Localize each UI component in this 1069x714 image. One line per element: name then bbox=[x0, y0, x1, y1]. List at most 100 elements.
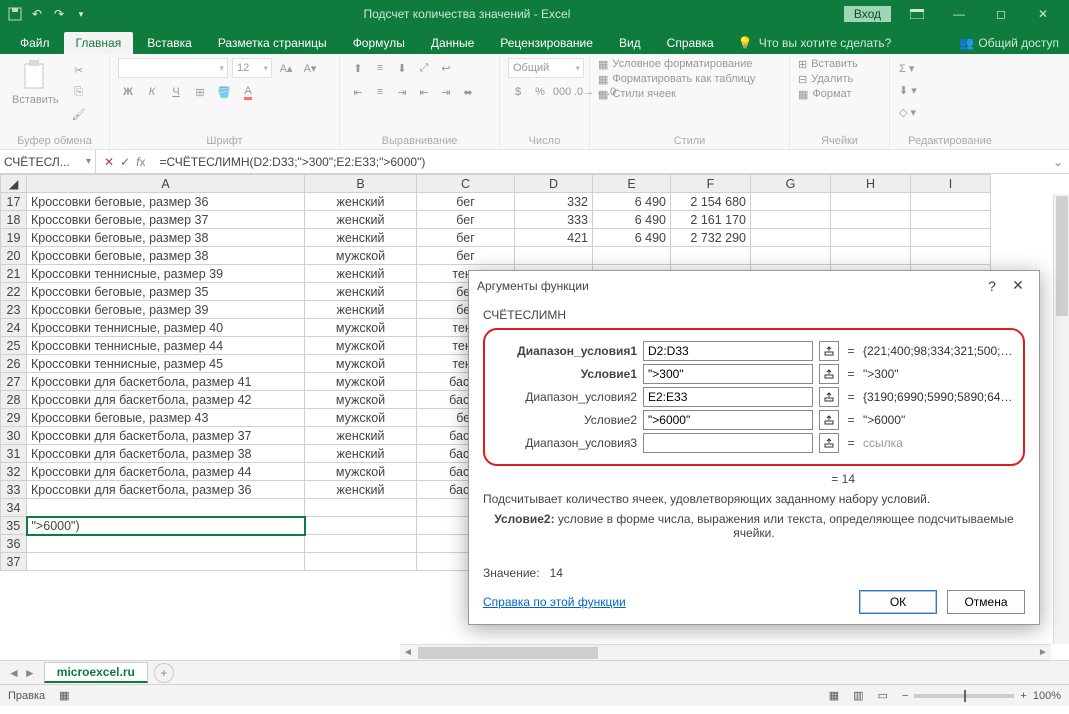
cell[interactable]: Кроссовки беговые, размер 38 bbox=[27, 247, 305, 265]
redo-icon[interactable]: ↷ bbox=[50, 5, 68, 23]
column-header-H[interactable]: H bbox=[831, 175, 911, 193]
cell[interactable]: ">6000") bbox=[27, 517, 305, 535]
tab-help[interactable]: Справка bbox=[655, 32, 726, 54]
cell[interactable]: 421 bbox=[515, 229, 593, 247]
format-cells-button[interactable]: ▦Формат bbox=[798, 88, 851, 101]
cell[interactable]: 6 490 bbox=[593, 211, 671, 229]
column-header-E[interactable]: E bbox=[593, 175, 671, 193]
undo-icon[interactable]: ↶ bbox=[28, 5, 46, 23]
cancel-button[interactable]: Отмена bbox=[947, 590, 1025, 614]
qat-dropdown-icon[interactable]: ▾ bbox=[72, 5, 90, 23]
cell[interactable]: женский bbox=[305, 193, 417, 211]
cell[interactable]: Кроссовки беговые, размер 39 bbox=[27, 301, 305, 319]
increase-indent-icon[interactable]: ⇥ bbox=[436, 82, 456, 102]
tab-data[interactable]: Данные bbox=[419, 32, 486, 54]
tab-home[interactable]: Главная bbox=[64, 32, 134, 54]
font-name-combo[interactable] bbox=[118, 58, 228, 78]
cell[interactable] bbox=[751, 229, 831, 247]
cell[interactable] bbox=[831, 193, 911, 211]
font-color-icon[interactable]: A bbox=[238, 82, 258, 102]
column-header-A[interactable]: A bbox=[27, 175, 305, 193]
cell[interactable] bbox=[911, 211, 991, 229]
close-icon[interactable]: ✕ bbox=[1023, 3, 1063, 25]
cell[interactable] bbox=[831, 247, 911, 265]
share-button[interactable]: 👥Общий доступ bbox=[949, 32, 1069, 54]
cell[interactable]: женский bbox=[305, 283, 417, 301]
decrease-indent-icon[interactable]: ⇤ bbox=[414, 82, 434, 102]
cell[interactable] bbox=[831, 229, 911, 247]
argument-input-4[interactable] bbox=[643, 433, 813, 453]
row-header-19[interactable]: 19 bbox=[1, 229, 27, 247]
dialog-close-icon[interactable]: ✕ bbox=[1005, 277, 1031, 294]
tab-review[interactable]: Рецензирование bbox=[488, 32, 605, 54]
conditional-formatting-button[interactable]: ▦Условное форматирование bbox=[598, 58, 752, 71]
cell[interactable]: Кроссовки теннисные, размер 39 bbox=[27, 265, 305, 283]
argument-input-1[interactable] bbox=[643, 364, 813, 384]
argument-input-0[interactable] bbox=[643, 341, 813, 361]
format-painter-icon[interactable]: 🖌 bbox=[69, 104, 89, 124]
cell[interactable]: мужской bbox=[305, 319, 417, 337]
italic-icon[interactable]: К bbox=[142, 82, 162, 102]
sheet-nav-prev-icon[interactable]: ◄ bbox=[8, 666, 20, 680]
maximize-icon[interactable]: ◻ bbox=[981, 3, 1021, 25]
tab-view[interactable]: Вид bbox=[607, 32, 653, 54]
row-header-17[interactable]: 17 bbox=[1, 193, 27, 211]
zoom-control[interactable]: − + 100% bbox=[902, 690, 1061, 702]
cell[interactable]: 332 bbox=[515, 193, 593, 211]
formula-bar[interactable]: =СЧЁТЕСЛИМН(D2:D33;">300";E2:E33;">6000"… bbox=[153, 155, 1046, 169]
cell[interactable] bbox=[305, 499, 417, 517]
row-header-24[interactable]: 24 bbox=[1, 319, 27, 337]
argument-input-3[interactable] bbox=[643, 410, 813, 430]
row-header-30[interactable]: 30 bbox=[1, 427, 27, 445]
worksheet-grid[interactable]: ◢ABCDEFGHI17Кроссовки беговые, размер 36… bbox=[0, 174, 1069, 660]
row-header-27[interactable]: 27 bbox=[1, 373, 27, 391]
row-header-31[interactable]: 31 bbox=[1, 445, 27, 463]
cell[interactable]: бег bbox=[417, 193, 515, 211]
cell[interactable]: женский bbox=[305, 265, 417, 283]
cell[interactable]: мужской bbox=[305, 355, 417, 373]
view-normal-icon[interactable]: ▦ bbox=[829, 689, 839, 702]
column-header-B[interactable]: B bbox=[305, 175, 417, 193]
tab-layout[interactable]: Разметка страницы bbox=[206, 32, 339, 54]
zoom-level[interactable]: 100% bbox=[1033, 690, 1061, 702]
insert-cells-button[interactable]: ⊞Вставить bbox=[798, 58, 858, 71]
cell[interactable]: бег bbox=[417, 247, 515, 265]
row-header-36[interactable]: 36 bbox=[1, 535, 27, 553]
confirm-formula-icon[interactable]: ✓ bbox=[120, 155, 130, 169]
range-select-icon[interactable] bbox=[819, 433, 839, 453]
cell[interactable]: 2 732 290 bbox=[671, 229, 751, 247]
align-middle-icon[interactable]: ≡ bbox=[370, 58, 390, 78]
cell[interactable]: мужской bbox=[305, 409, 417, 427]
row-header-37[interactable]: 37 bbox=[1, 553, 27, 571]
cell[interactable]: Кроссовки беговые, размер 36 bbox=[27, 193, 305, 211]
row-header-32[interactable]: 32 bbox=[1, 463, 27, 481]
tab-formulas[interactable]: Формулы bbox=[341, 32, 417, 54]
row-header-26[interactable]: 26 bbox=[1, 355, 27, 373]
cut-icon[interactable]: ✂ bbox=[69, 60, 89, 80]
row-header-35[interactable]: 35 bbox=[1, 517, 27, 535]
cell[interactable] bbox=[671, 247, 751, 265]
comma-icon[interactable]: 000 bbox=[552, 82, 572, 102]
column-header-F[interactable]: F bbox=[671, 175, 751, 193]
row-header-18[interactable]: 18 bbox=[1, 211, 27, 229]
align-left-icon[interactable]: ⇤ bbox=[348, 82, 368, 102]
cell[interactable] bbox=[911, 247, 991, 265]
select-all-cell[interactable]: ◢ bbox=[1, 175, 27, 193]
fill-color-icon[interactable]: 🪣 bbox=[214, 82, 234, 102]
align-top-icon[interactable]: ⬆ bbox=[348, 58, 368, 78]
underline-icon[interactable]: Ч bbox=[166, 82, 186, 102]
row-header-22[interactable]: 22 bbox=[1, 283, 27, 301]
cell[interactable]: Кроссовки теннисные, размер 44 bbox=[27, 337, 305, 355]
cell[interactable]: 2 161 170 bbox=[671, 211, 751, 229]
bold-icon[interactable]: Ж bbox=[118, 82, 138, 102]
column-header-C[interactable]: C bbox=[417, 175, 515, 193]
cell[interactable]: женский bbox=[305, 211, 417, 229]
cancel-formula-icon[interactable]: ✕ bbox=[104, 155, 114, 169]
cell[interactable]: женский bbox=[305, 481, 417, 499]
cell[interactable]: мужской bbox=[305, 391, 417, 409]
cell[interactable]: Кроссовки для баскетбола, размер 41 bbox=[27, 373, 305, 391]
macro-record-icon[interactable]: ▦ bbox=[59, 689, 69, 702]
argument-input-2[interactable] bbox=[643, 387, 813, 407]
ok-button[interactable]: ОК bbox=[859, 590, 937, 614]
cell[interactable] bbox=[911, 193, 991, 211]
